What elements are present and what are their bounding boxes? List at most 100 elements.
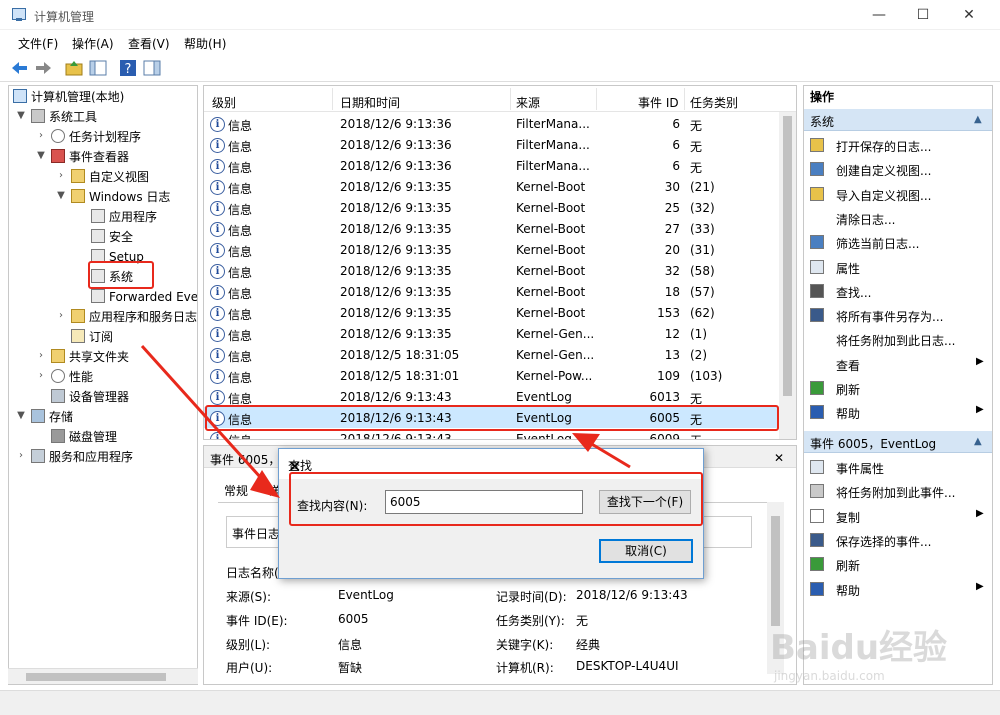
tree-shared-folders[interactable]: 共享文件夹: [51, 347, 129, 367]
table-row[interactable]: i 信息 2018/12/6 9:13:35 Kernel-Boot 25 (32): [204, 197, 780, 218]
chevron-right-icon[interactable]: ›: [35, 130, 47, 141]
chevron-right-icon[interactable]: ›: [55, 170, 67, 181]
table-row[interactable]: i信息 2018/12/6 9:13:43 EventLog 6009 无: [204, 428, 780, 439]
table-row[interactable]: i 信息 2018/12/6 9:13:35 Kernel-Boot 32 (58): [204, 260, 780, 281]
col-date[interactable]: 日期和时间: [340, 94, 400, 111]
action-item[interactable]: 帮助 ▶: [804, 400, 992, 424]
action-item[interactable]: 保存选择的事件...: [804, 528, 992, 552]
tree-apps-services-logs[interactable]: 应用程序和服务日志: [71, 307, 197, 327]
up-folder-icon[interactable]: [64, 58, 84, 78]
scrollbar-thumb[interactable]: [26, 673, 166, 681]
collapse-icon[interactable]: ▲: [974, 436, 982, 447]
table-row[interactable]: i 信息 2018/12/6 9:13:36 FilterMana... 6 无: [204, 134, 780, 155]
action-item[interactable]: 属性: [804, 255, 992, 279]
action-item[interactable]: 创建自定义视图...: [804, 157, 992, 181]
table-row[interactable]: i 信息 2018/12/5 18:31:01 Kernel-Pow... 109 (10…: [204, 365, 780, 386]
forward-icon[interactable]: [33, 58, 53, 78]
col-source[interactable]: 来源: [516, 94, 540, 111]
action-label: 复制: [836, 510, 861, 525]
cell-date: 2018/12/6 9:13:35: [340, 285, 452, 299]
table-row[interactable]: i 信息 2018/12/6 9:13:35 Kernel-Boot 18 (57): [204, 281, 780, 302]
chevron-right-icon[interactable]: ›: [35, 350, 47, 361]
close-icon[interactable]: ✕: [774, 451, 784, 465]
col-task-category[interactable]: 任务类别: [690, 94, 738, 111]
action-item[interactable]: 查看 ▶: [804, 352, 992, 376]
tree-horizontal-scrollbar[interactable]: [8, 668, 198, 684]
maximize-button[interactable]: ☐: [900, 0, 946, 30]
menu-view[interactable]: 查看(V): [128, 35, 170, 52]
tree-log-forwarded[interactable]: Forwarded Eve: [91, 287, 197, 307]
tree-services-apps[interactable]: 服务和应用程序: [31, 447, 133, 467]
tree-task-scheduler[interactable]: 任务计划程序: [51, 127, 141, 147]
action-pane-icon[interactable]: [142, 58, 162, 78]
menu-help[interactable]: 帮助(H): [184, 35, 226, 52]
action-item[interactable]: 查找...: [804, 279, 992, 303]
table-row[interactable]: i 信息 2018/12/6 9:13:35 Kernel-Boot 27 (33): [204, 218, 780, 239]
tree-system-tools[interactable]: 系统工具: [31, 107, 97, 127]
table-row[interactable]: i 信息 2018/12/6 9:13:36 FilterMana... 6 无: [204, 155, 780, 176]
action-item[interactable]: 事件属性: [804, 455, 992, 479]
table-row[interactable]: i 信息 2018/12/6 9:13:36 FilterMana... 6 无: [204, 113, 780, 134]
help-icon[interactable]: ?: [118, 58, 138, 78]
chevron-right-icon[interactable]: ›: [55, 310, 67, 321]
tree-subscriptions[interactable]: 订阅: [71, 327, 113, 347]
tree-custom-views[interactable]: 自定义视图: [71, 167, 149, 187]
chevron-down-icon[interactable]: ▼: [55, 190, 67, 201]
col-level[interactable]: 级别: [212, 94, 236, 111]
show-tree-icon[interactable]: [88, 58, 108, 78]
menu-file[interactable]: 文件(F): [18, 35, 58, 52]
action-item[interactable]: 帮助 ▶: [804, 577, 992, 601]
tree-log-security[interactable]: 安全: [91, 227, 133, 247]
action-item[interactable]: 刷新: [804, 552, 992, 576]
tree-performance[interactable]: 性能: [51, 367, 93, 387]
table-row[interactable]: i 信息 2018/12/5 18:31:05 Kernel-Gen... 13 (2): [204, 344, 780, 365]
action-item[interactable]: 导入自定义视图...: [804, 182, 992, 206]
tree-windows-logs[interactable]: Windows 日志: [71, 187, 170, 207]
close-button[interactable]: ✕: [946, 0, 992, 30]
list-vertical-scrollbar[interactable]: [779, 112, 796, 439]
chevron-right-icon[interactable]: ›: [15, 450, 27, 461]
tree-disk-management[interactable]: 磁盘管理: [51, 427, 117, 447]
action-item[interactable]: 打开保存的日志...: [804, 133, 992, 157]
tree-storage[interactable]: 存储: [31, 407, 73, 427]
scrollbar-thumb[interactable]: [783, 116, 792, 396]
table-row[interactable]: i 信息 2018/12/6 9:13:43 EventLog 6013 无: [204, 386, 780, 407]
close-icon[interactable]: ✕: [288, 457, 301, 476]
chevron-right-icon[interactable]: ›: [35, 370, 47, 381]
action-item[interactable]: 清除日志...: [804, 206, 992, 230]
chevron-down-icon[interactable]: ▼: [15, 110, 27, 121]
actions-section-event[interactable]: 事件 6005，EventLog ▲: [804, 431, 992, 453]
chevron-down-icon[interactable]: ▼: [35, 150, 47, 161]
table-row[interactable]: i 信息 2018/12/6 9:13:43 EventLog 6005 无: [204, 407, 780, 428]
tree-root[interactable]: 计算机管理(本地): [13, 87, 124, 107]
table-row[interactable]: i 信息 2018/12/6 9:13:35 Kernel-Boot 30 (21): [204, 176, 780, 197]
action-item[interactable]: 复制 ▶: [804, 504, 992, 528]
cancel-button[interactable]: 取消(C): [599, 539, 693, 563]
find-input[interactable]: [385, 490, 583, 514]
back-icon[interactable]: [10, 58, 30, 78]
cell-date: 2018/12/6 9:13:35: [340, 243, 452, 257]
tree-log-system[interactable]: 系统: [91, 267, 133, 287]
tab-general[interactable]: 常规: [224, 482, 248, 499]
chevron-down-icon[interactable]: ▼: [15, 410, 27, 421]
table-row[interactable]: i 信息 2018/12/6 9:13:35 Kernel-Gen... 12 (1): [204, 323, 780, 344]
action-item[interactable]: 将任务附加到此日志...: [804, 327, 992, 351]
action-item[interactable]: 将所有事件另存为...: [804, 303, 992, 327]
tree-log-setup[interactable]: Setup: [91, 247, 144, 267]
table-row[interactable]: i 信息 2018/12/6 9:13:35 Kernel-Boot 153 (62): [204, 302, 780, 323]
table-row[interactable]: i 信息 2018/12/6 9:13:35 Kernel-Boot 20 (31): [204, 239, 780, 260]
collapse-icon[interactable]: ▲: [974, 114, 982, 125]
find-next-button[interactable]: 查找下一个(F): [599, 490, 691, 514]
scrollbar-thumb[interactable]: [771, 516, 780, 626]
minimize-button[interactable]: —: [856, 0, 902, 30]
action-item[interactable]: 刷新: [804, 376, 992, 400]
tree-log-application[interactable]: 应用程序: [91, 207, 157, 227]
folder-icon: [71, 169, 85, 183]
tree-device-manager[interactable]: 设备管理器: [51, 387, 129, 407]
actions-section-system[interactable]: 系统 ▲: [804, 109, 992, 131]
action-item[interactable]: 筛选当前日志...: [804, 230, 992, 254]
action-item[interactable]: 将任务附加到此事件...: [804, 479, 992, 503]
tree-event-viewer[interactable]: 事件查看器: [51, 147, 129, 167]
col-event-id[interactable]: 事件 ID: [638, 94, 679, 111]
menu-action[interactable]: 操作(A): [72, 35, 114, 52]
